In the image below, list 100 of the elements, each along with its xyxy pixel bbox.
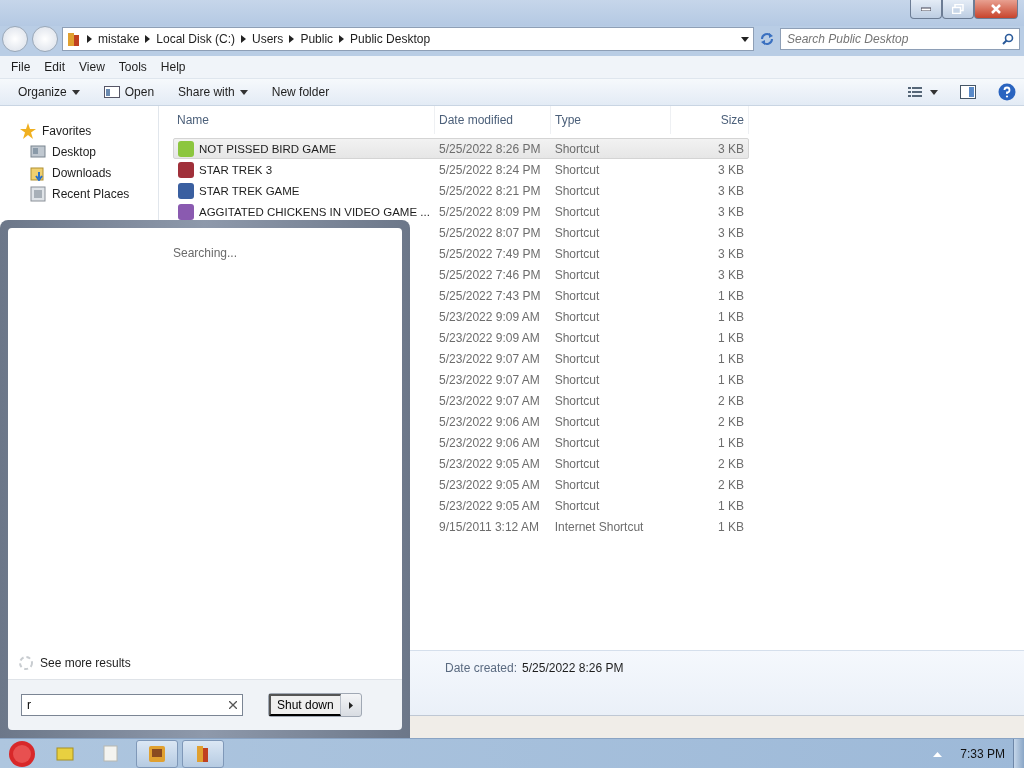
- chevron-icon: [289, 35, 295, 43]
- view-icon[interactable]: [908, 86, 938, 98]
- date-cell-text: 5/25/2022 8:09 PM: [438, 204, 542, 219]
- breadcrumb[interactable]: Public: [300, 32, 334, 46]
- date-cell-text: 5/23/2022 9:06 AM: [438, 435, 541, 450]
- menu-item[interactable]: Tools: [111, 60, 154, 74]
- size-cell-text: 2 KB: [717, 477, 745, 492]
- shutdown-button[interactable]: Shut down: [269, 694, 341, 716]
- date-cell-text: 5/25/2022 8:07 PM: [438, 225, 542, 240]
- search-field[interactable]: Search Public Desktop: [780, 28, 1020, 50]
- clear-icon[interactable]: [229, 701, 237, 709]
- breadcrumb[interactable]: Users: [252, 32, 284, 46]
- navigation-item[interactable]: Recent Places: [0, 183, 158, 204]
- back-button[interactable]: [2, 26, 28, 52]
- file-row[interactable]: AGGITATED CHICKENS IN VIDEO GAME ... 5/25/2022 8:09 PM Shortcut 3 KB: [173, 201, 749, 222]
- date-cell-text: 5/25/2022 8:26 PM: [438, 141, 542, 156]
- breadcrumb[interactable]: Public Desktop: [350, 32, 431, 46]
- menu-item[interactable]: View: [72, 60, 112, 74]
- taskbar-button[interactable]: [136, 740, 178, 768]
- size-cell-text: 3 KB: [717, 162, 745, 177]
- toolbar-button[interactable]: New folder: [261, 85, 340, 99]
- menu-item[interactable]: File: [4, 60, 38, 74]
- date-cell-text: 5/23/2022 9:07 AM: [438, 351, 541, 366]
- type-cell-text: Shortcut: [553, 288, 601, 303]
- navigation-item[interactable]: Favorites: [0, 120, 158, 141]
- type-cell-text: Shortcut: [553, 267, 601, 282]
- type-cell-text: Shortcut: [553, 183, 601, 198]
- toolbar-button[interactable]: Share with: [168, 85, 258, 99]
- chevron-icon: [145, 35, 151, 43]
- type-cell-text: Shortcut: [553, 372, 601, 387]
- date-cell-text: 5/23/2022 9:05 AM: [438, 498, 541, 513]
- file-row[interactable]: STAR TREK 3 5/25/2022 8:24 PM Shortcut 3 KB: [173, 159, 749, 180]
- navigation-item[interactable]: Downloads: [0, 162, 158, 183]
- download-folder-icon: [30, 164, 46, 181]
- type-cell-text: Shortcut: [553, 141, 601, 156]
- menu-item[interactable]: Edit: [37, 60, 73, 74]
- minimize-button[interactable]: [910, 0, 942, 19]
- folder-icon: [55, 744, 75, 764]
- type-cell-text: Shortcut: [553, 414, 601, 429]
- dropdown-icon[interactable]: [741, 36, 749, 42]
- column-header[interactable]: Size: [671, 106, 749, 134]
- chevron-icon: [241, 35, 247, 43]
- orb-icon: [7, 739, 37, 768]
- search-field[interactable]: r: [21, 694, 243, 716]
- address-bar[interactable]: mistake Local Disk (C:) Users Public Public Desktop: [62, 27, 754, 51]
- type-cell-text: Shortcut: [553, 225, 601, 240]
- minimize-icon: [921, 7, 931, 11]
- date-cell-text: 5/23/2022 9:05 AM: [438, 456, 541, 471]
- date-cell-text: 5/25/2022 7:43 PM: [438, 288, 542, 303]
- type-cell-text: Shortcut: [553, 456, 601, 471]
- toolbar-button[interactable]: Organize: [8, 85, 90, 99]
- toolbar-button[interactable]: Open: [93, 85, 165, 99]
- size-cell-text: 3 KB: [717, 141, 745, 156]
- spinner-icon: [18, 655, 34, 671]
- date-cell-text: 5/25/2022 7:49 PM: [438, 246, 542, 261]
- file-row[interactable]: NOT PISSED BIRD GAME 5/25/2022 8:26 PM Shortcut 3 KB: [173, 138, 749, 159]
- date-cell-text: 5/23/2022 9:07 AM: [438, 372, 541, 387]
- size-cell-text: 1 KB: [717, 372, 745, 387]
- size-cell-text: 1 KB: [717, 498, 745, 513]
- status-text: Searching...: [172, 246, 237, 260]
- taskbar-button[interactable]: [182, 740, 224, 768]
- recent-places-icon: [30, 185, 46, 202]
- restore-icon: [952, 4, 964, 14]
- show-desktop-button[interactable]: [1013, 739, 1024, 768]
- size-cell-text: 1 KB: [717, 330, 745, 345]
- column-header[interactable]: Date modified: [435, 106, 551, 134]
- size-cell-text: 1 KB: [717, 309, 745, 324]
- star-icon: [20, 122, 36, 139]
- breadcrumb[interactable]: Local Disk (C:): [156, 32, 236, 46]
- size-cell-text: 2 KB: [717, 393, 745, 408]
- file-name: STAR TREK 3: [199, 163, 273, 176]
- window-icon: [103, 86, 120, 98]
- refresh-icon[interactable]: [758, 30, 776, 48]
- close-button[interactable]: [974, 0, 1018, 19]
- date-cell-text: 5/23/2022 9:05 AM: [438, 477, 541, 492]
- date-cell-text: 5/23/2022 9:09 AM: [438, 309, 541, 324]
- type-cell-text: Internet Shortcut: [553, 519, 645, 534]
- close-icon: [991, 4, 1001, 14]
- preview-pane-icon[interactable]: [960, 85, 976, 99]
- column-header[interactable]: Type: [551, 106, 671, 134]
- details-label: Date created:: [445, 661, 518, 675]
- type-cell-text: Shortcut: [553, 351, 601, 366]
- type-cell-text: Shortcut: [553, 393, 601, 408]
- size-cell-text: 3 KB: [717, 183, 745, 198]
- navigation-item[interactable]: Desktop: [0, 141, 158, 162]
- column-header[interactable]: Name: [173, 106, 435, 134]
- forward-button[interactable]: [32, 26, 58, 52]
- restore-button[interactable]: [942, 0, 974, 19]
- file-row[interactable]: STAR TREK GAME 5/25/2022 8:21 PM Shortcut 3 KB: [173, 180, 749, 201]
- breadcrumb[interactable]: mistake: [98, 32, 140, 46]
- clock[interactable]: 7:33 PM: [960, 747, 1005, 761]
- help-icon[interactable]: [998, 83, 1016, 101]
- type-cell-text: Shortcut: [553, 330, 601, 345]
- size-cell-text: 3 KB: [717, 267, 745, 282]
- see-more-link[interactable]: See more results: [40, 656, 131, 670]
- menu-item[interactable]: Help: [153, 60, 193, 74]
- desktop-icon: [30, 143, 46, 160]
- type-cell-text: Shortcut: [553, 162, 601, 177]
- type-cell-text: Shortcut: [553, 498, 601, 513]
- date-cell-text: 5/25/2022 8:24 PM: [438, 162, 542, 177]
